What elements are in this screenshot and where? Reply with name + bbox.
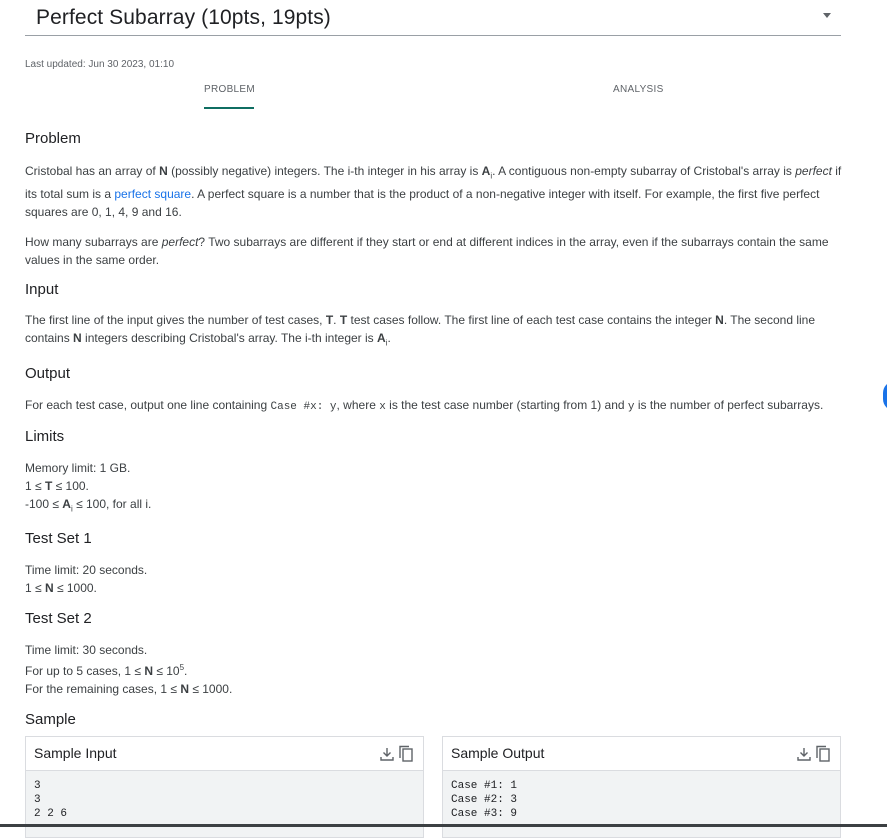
test-set-1-heading: Test Set 1 [25,530,92,548]
text: 1 ≤ [25,478,45,493]
text: For the remaining cases, 1 ≤ [25,682,181,697]
text: -100 ≤ [25,496,63,511]
copy-icon[interactable] [398,745,414,763]
input-heading: Input [25,281,59,299]
text: ≤ 1000. [189,682,233,697]
var-n: N [159,164,168,178]
limits-list: Memory limit: 1 GB. 1 ≤ T ≤ 100. -100 ≤ … [25,459,843,518]
var-n: N [180,682,189,697]
output-heading: Output [25,364,71,382]
output-paragraph: For each test case, output one line cont… [25,396,843,416]
text: For each test case, output one line cont… [25,397,271,412]
statement-content: Problem Cristobal has an array of N (pos… [25,130,843,728]
text: is the test case number (starting from 1… [385,397,628,412]
side-floating-button[interactable] [883,381,887,411]
test-set-2-heading: Test Set 2 [25,610,92,628]
test-set-1-limits: Time limit: 20 seconds. 1 ≤ N ≤ 1000. [25,561,843,597]
text: ≤ 1000. [53,581,97,596]
input-paragraph: The first line of the input gives the nu… [25,311,843,352]
sample-output-box: Sample Output Case #1: 1 Case #2: 3 Case… [442,736,841,838]
text: The first line of the input gives the nu… [25,313,326,328]
sample-output-header: Sample Output [443,737,840,771]
text: ≤ 100, for all i. [72,496,152,511]
problem-heading: Problem [25,130,81,147]
text: integers describing Cristobal's array. T… [81,331,378,346]
output-format-code: Case #x: y [270,400,337,413]
sample-output-text[interactable]: Case #1: 1 Case #2: 3 Case #3: 9 [443,771,840,837]
sample-input-text[interactable]: 3 3 2 2 6 [26,771,423,837]
copy-icon[interactable] [815,745,831,763]
text: ≤ 100. [52,478,89,493]
perfect-square-link[interactable]: perfect square [114,187,191,201]
text: . A contiguous non-empty subarray of Cri… [492,164,796,178]
time-limit: Time limit: 20 seconds. [25,563,148,578]
limits-heading: Limits [25,427,65,445]
text: , where [336,397,380,412]
problem-paragraph-1: Cristobal has an array of N (possibly ne… [25,162,843,221]
memory-limit: Memory limit: 1 GB. [25,460,131,475]
sample-input-title: Sample Input [34,745,117,761]
term-perfect: perfect [795,164,832,178]
download-icon[interactable] [796,746,812,762]
tab-analysis[interactable]: ANALYSIS [613,84,664,95]
var-x: x [379,400,386,413]
text: is the number of perfect subarrays. [634,397,824,412]
text: How many subarrays are [25,235,162,250]
sample-output-actions [796,744,832,764]
test-set-2-limits: Time limit: 30 seconds. For up to 5 case… [25,641,843,698]
text: . [184,664,188,679]
text: Cristobal has an array of [25,164,160,178]
last-updated: Last updated: Jun 30 2023, 01:10 [25,59,175,70]
text: test cases follow. The first line of eac… [347,313,716,328]
title-bar[interactable]: Perfect Subarray (10pts, 19pts) [25,0,841,36]
time-limit: Time limit: 30 seconds. [25,643,148,658]
text: . [387,331,391,346]
term-perfect: perfect [161,235,199,250]
sample-output-title: Sample Output [451,745,545,761]
text: . [333,313,340,328]
download-icon[interactable] [379,746,395,762]
sample-input-actions [379,744,415,764]
text: For up to 5 cases, 1 ≤ [25,664,145,679]
text: ≤ 10 [152,664,180,679]
problem-paragraph-2: How many subarrays are perfect? Two suba… [25,233,843,269]
var-n: N [715,313,724,328]
var-a: A [62,496,71,511]
var-a: A [377,331,386,346]
var-n: N [44,581,54,596]
sample-input-box: Sample Input 3 3 2 2 6 [25,736,424,838]
sample-input-header: Sample Input [26,737,423,771]
var-y: y [627,400,635,413]
tab-bar: PROBLEM ANALYSIS [25,80,841,110]
var-n: N [73,331,82,346]
chevron-down-icon[interactable] [823,13,831,18]
text: 1 ≤ [25,581,45,596]
text: (possibly negative) integers. The i-th i… [167,164,482,178]
var-n: N [144,664,153,679]
page-title: Perfect Subarray (10pts, 19pts) [36,6,331,29]
tab-problem[interactable]: PROBLEM [204,84,255,95]
tab-active-indicator [204,107,254,109]
sample-heading: Sample [25,711,76,729]
